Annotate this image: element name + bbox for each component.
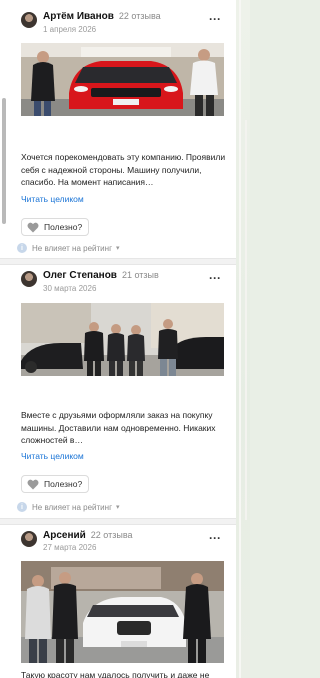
no-rating-label: Не влияет на рейтинг: [32, 243, 112, 253]
review-text: Хочется порекомендовать эту компанию. Пр…: [21, 152, 226, 187]
review-date: 1 апреля 2026: [43, 25, 97, 34]
divider: [0, 258, 236, 265]
more-icon[interactable]: ···: [209, 272, 221, 284]
info-icon: i: [17, 243, 27, 253]
map-road: [239, 0, 241, 678]
info-icon: i: [17, 502, 27, 512]
heart-icon: [27, 479, 39, 489]
avatar[interactable]: [21, 12, 37, 28]
read-more-link[interactable]: Читать целиком: [21, 194, 84, 204]
scrollbar-thumb[interactable]: [2, 98, 6, 224]
author-name[interactable]: Олег Степанов: [43, 270, 117, 281]
reviews-panel: Артём Иванов 22 отзыва 1 апреля 2026 ···: [0, 0, 236, 678]
no-rating-note[interactable]: i Не влияет на рейтинг ▾: [17, 502, 120, 512]
review-date: 30 марта 2026: [43, 284, 97, 293]
review-text: Вместе с друзьями оформляли заказ на пок…: [21, 410, 216, 445]
author-name[interactable]: Арсений: [43, 530, 86, 541]
review-count: 22 отзыва: [118, 11, 161, 21]
map-background[interactable]: [236, 0, 250, 678]
review-photo[interactable]: [21, 561, 224, 663]
heart-icon: [27, 222, 39, 232]
more-icon[interactable]: ···: [209, 13, 221, 25]
no-rating-note[interactable]: i Не влияет на рейтинг ▾: [17, 243, 120, 253]
review-author[interactable]: Арсений 22 отзыва: [43, 530, 133, 541]
more-icon[interactable]: ···: [209, 532, 221, 544]
useful-button[interactable]: Полезно?: [21, 475, 89, 493]
review-author[interactable]: Артём Иванов 22 отзыва: [43, 11, 161, 22]
map-road: [245, 120, 247, 520]
read-more-link[interactable]: Читать целиком: [21, 451, 84, 461]
review-author[interactable]: Олег Степанов 21 отзыв: [43, 270, 159, 281]
avatar[interactable]: [21, 531, 37, 547]
review-count: 21 отзыв: [121, 270, 159, 280]
useful-button[interactable]: Полезно?: [21, 218, 89, 236]
useful-label: Полезно?: [44, 222, 83, 232]
review-photo[interactable]: [21, 303, 224, 376]
divider: [0, 518, 236, 525]
no-rating-label: Не влияет на рейтинг: [32, 502, 112, 512]
chevron-down-icon: ▾: [115, 504, 120, 511]
review-photo[interactable]: [21, 43, 224, 116]
avatar[interactable]: [21, 271, 37, 287]
review-count: 22 отзыва: [90, 530, 133, 540]
useful-label: Полезно?: [44, 479, 83, 489]
review-date: 27 марта 2026: [43, 543, 97, 552]
author-name[interactable]: Артём Иванов: [43, 11, 114, 22]
chevron-down-icon: ▾: [115, 245, 120, 252]
review-text: Такую красоту нам удалось получить и даж…: [21, 670, 210, 678]
